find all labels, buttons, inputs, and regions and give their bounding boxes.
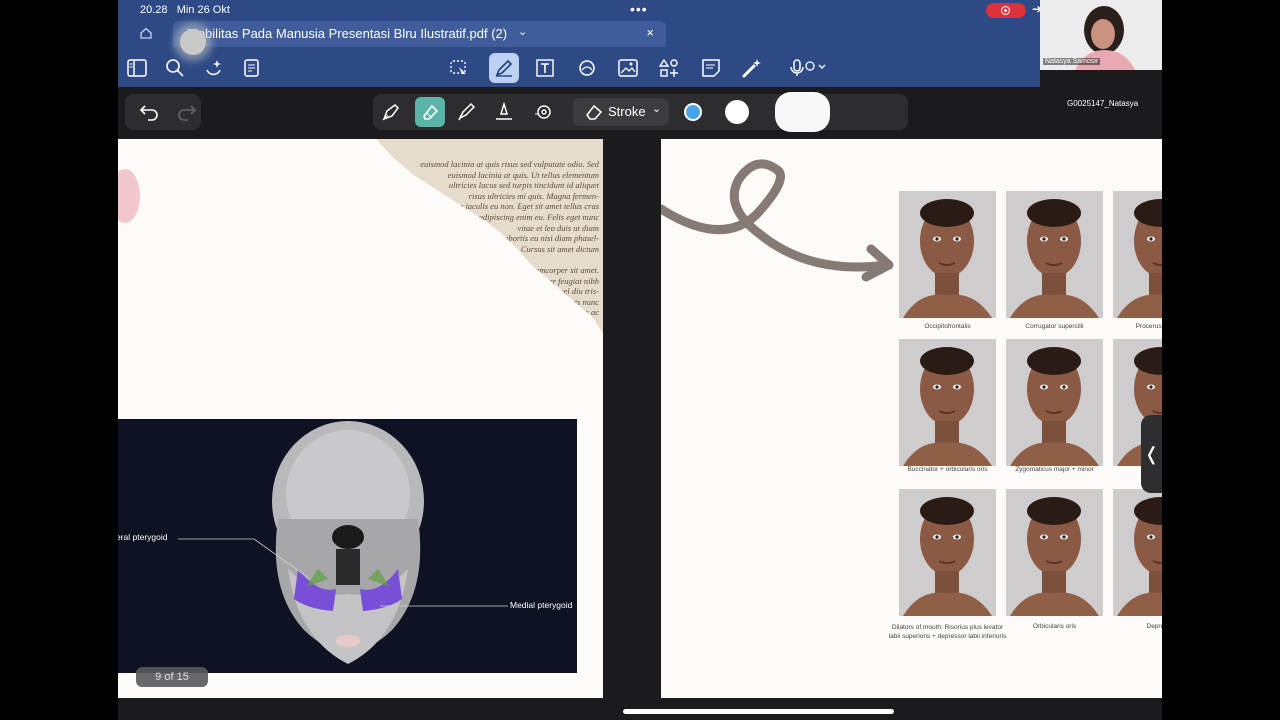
stroke-dropdown[interactable]: Stroke ⌄ <box>573 98 669 126</box>
stroke-label: Stroke <box>608 104 646 119</box>
text-tool-icon[interactable] <box>533 56 557 80</box>
newspaper-line: euismod lacinia at quis. Ut tellus eleme… <box>447 169 599 180</box>
highlighter-icon[interactable] <box>454 100 478 124</box>
pen-tool-icon[interactable] <box>489 53 519 83</box>
eraser-outline-icon <box>585 104 603 123</box>
color-swatch-white[interactable] <box>725 100 749 124</box>
newspaper-line: mauris. <box>573 317 599 328</box>
newspaper-line: tum iaculis eu non. Eget sit amet tellus… <box>450 201 600 212</box>
newspaper-line: semper feugiat nibh <box>531 275 599 286</box>
chevron-down-icon[interactable]: ⌄ <box>518 25 527 38</box>
stroke-size-preview[interactable] <box>775 92 830 132</box>
face-photo <box>899 339 996 466</box>
touch-indicator <box>180 29 206 55</box>
newspaper-line: lobortis eu nisi diam phasel- <box>501 233 599 244</box>
facial-muscles-grid: Occipitofrontalis Corrugator supercilii Pr… <box>889 191 1163 651</box>
audio-recording-icon[interactable] <box>790 56 830 80</box>
image-icon[interactable] <box>616 56 640 80</box>
ai-sparkle-icon[interactable] <box>202 56 226 80</box>
pen-options-toolbar: Stroke ⌄ <box>373 92 908 132</box>
newspaper-line: lus. Cursus sit amet dictum <box>506 243 599 254</box>
elements-icon[interactable] <box>657 56 681 80</box>
newspaper-line: lique. Ut mauris nunc <box>524 296 599 307</box>
eraser-icon[interactable] <box>415 97 445 127</box>
document-list-icon[interactable] <box>240 56 264 80</box>
face-photo <box>1006 489 1103 616</box>
newspaper-line: in fames ac <box>560 307 599 318</box>
torn-newspaper-decoration: euismod lacinia at quis risus sed vulput… <box>376 139 603 334</box>
screen-recording-indicator[interactable] <box>986 3 1026 18</box>
multitasking-dots[interactable]: ••• <box>630 1 648 17</box>
ruler-pen-icon[interactable] <box>492 100 516 124</box>
sidebar-icon[interactable] <box>125 56 149 80</box>
page-indicator[interactable]: 9 of 15 <box>136 667 208 687</box>
newspaper-text: euismod lacinia at quis risus sed vulput… <box>409 159 599 329</box>
redo-icon[interactable] <box>177 103 197 126</box>
newspaper-line: ultricies lacus sed turpis tincidunt id … <box>448 180 599 191</box>
shape-recognition-icon[interactable] <box>531 100 555 124</box>
face-caption: Zygomaticus major + minor <box>1015 466 1094 473</box>
curly-arrow-decoration <box>661 159 894 282</box>
status-time: 20.28 Min 26 Okt <box>140 4 230 16</box>
lasso-select-icon[interactable] <box>447 56 471 80</box>
face-caption: Dilators of mouth: Risorius plus levator… <box>888 624 1007 640</box>
face-photo <box>1006 191 1103 318</box>
collapse-panel-button[interactable]: ❬ <box>1141 415 1162 493</box>
chevron-down-icon: ⌄ <box>652 103 662 115</box>
fountain-pen-icon[interactable] <box>379 100 403 124</box>
home-icon[interactable] <box>139 26 153 45</box>
face-photo <box>899 489 996 616</box>
face-caption: Depressor <box>1146 623 1163 630</box>
newspaper-line: vitae et leo duis ut diam <box>517 222 599 233</box>
status-date: Min 26 Okt <box>176 4 230 16</box>
right-slide-page: Occipitofrontalis Corrugator supercilii Pr… <box>661 139 1162 698</box>
pink-decoration <box>118 169 140 223</box>
search-icon[interactable] <box>163 56 187 80</box>
laser-pointer-icon[interactable] <box>740 56 764 80</box>
skull-illustration <box>178 421 508 664</box>
face-photo <box>1113 191 1162 318</box>
newspaper-line: risus ultricies mi quis. Magna fermen- <box>468 190 599 201</box>
document-tab[interactable]: Mobilitas Pada Manusia Presentasi Blru I… <box>173 21 666 47</box>
left-slide-page: euismod lacinia at quis risus sed vulput… <box>118 139 603 698</box>
newspaper-line: ullamcorper sit amet. <box>526 264 599 275</box>
participant-name-label: Natasya Samosir <box>1043 58 1101 65</box>
undo-redo-group <box>125 94 201 130</box>
undo-icon[interactable] <box>139 103 159 126</box>
participant-id-label: G0025147_Natasya <box>1067 99 1139 108</box>
medial-pterygoid-label: Medial pterygoid <box>510 600 573 610</box>
tab-close-button[interactable]: × <box>646 25 654 40</box>
skull-anatomy-image: eral pterygoid Medial pterygoid <box>118 419 577 673</box>
face-photo <box>899 191 996 318</box>
face-caption: Buccinator + orbicularis oris <box>907 466 988 473</box>
face-photo <box>1113 489 1162 616</box>
newspaper-line: sed vel diu tris- <box>546 286 599 297</box>
face-caption: Occipitofrontalis <box>924 323 971 330</box>
color-swatch-blue[interactable] <box>684 103 702 121</box>
face-photo <box>1006 339 1103 466</box>
face-caption: Corrugator supercilii <box>1025 323 1084 330</box>
face-caption: Orbicularis oris <box>1032 623 1077 630</box>
newspaper-line: euismod lacinia at quis risus sed vulput… <box>420 159 599 169</box>
shapes-icon[interactable] <box>575 56 599 80</box>
document-tab-title[interactable]: Mobilitas Pada Manusia Presentasi Blru I… <box>187 26 507 41</box>
newspaper-line: adipiscing enim eu. Felis eget nunc <box>478 211 599 222</box>
face-caption: Procerus + part of <box>1135 323 1162 330</box>
newspaper-line <box>409 254 599 265</box>
ipad-screen: 20.28 Min 26 Okt ••• ➔ Mobilitas Pada Ma… <box>118 0 1162 720</box>
top-navigation-bar: 20.28 Min 26 Okt ••• ➔ Mobilitas Pada Ma… <box>118 0 1042 87</box>
home-indicator-bar[interactable] <box>623 709 894 714</box>
lateral-pterygoid-label: eral pterygoid <box>118 532 168 542</box>
sticky-note-icon[interactable] <box>699 56 723 80</box>
